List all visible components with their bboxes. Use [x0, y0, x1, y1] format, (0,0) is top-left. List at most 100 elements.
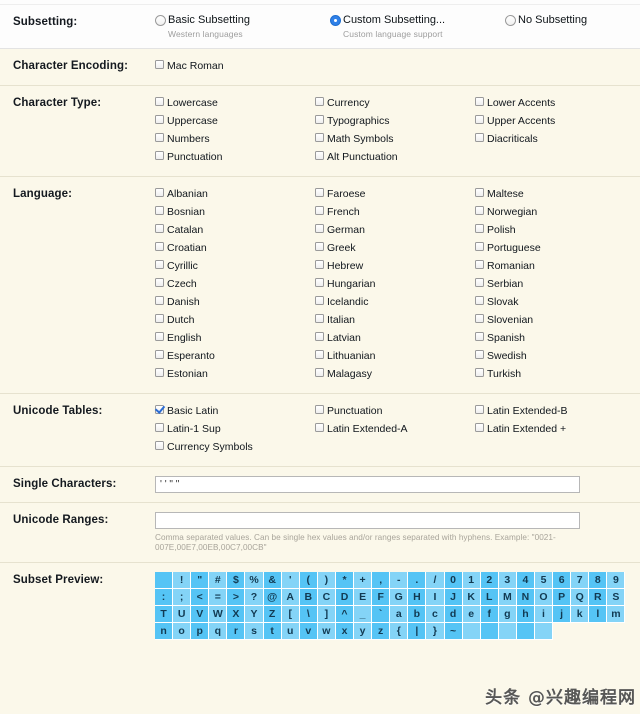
checkbox-icon-maltese[interactable]	[475, 188, 484, 197]
preview-cell[interactable]: 5	[534, 572, 554, 589]
preview-cell[interactable]: D	[335, 589, 355, 606]
checkbox-icon-mac-roman[interactable]	[155, 60, 164, 69]
checkbox-option-english[interactable]: English	[155, 330, 315, 348]
checkbox-icon-albanian[interactable]	[155, 188, 164, 197]
preview-cell[interactable]: n	[155, 623, 174, 640]
checkbox-option-german[interactable]: German	[315, 222, 475, 240]
checkbox-icon-faroese[interactable]	[315, 188, 324, 197]
preview-cell[interactable]: \	[299, 606, 318, 623]
preview-cell[interactable]: &	[263, 572, 282, 589]
preview-cell[interactable]: ]	[317, 606, 336, 623]
checkbox-icon-latin-extended-a[interactable]	[315, 423, 324, 432]
checkbox-option-uppercase[interactable]: Uppercase	[155, 113, 315, 131]
checkbox-option-danish[interactable]: Danish	[155, 294, 315, 312]
checkbox-icon-romanian[interactable]	[475, 260, 484, 269]
preview-cell[interactable]: 7	[571, 572, 590, 589]
preview-cell[interactable]: _	[354, 606, 373, 623]
preview-cell[interactable]: F	[372, 589, 391, 606]
preview-cell[interactable]: R	[589, 589, 608, 606]
checkbox-option-basic-latin[interactable]: Basic Latin	[155, 403, 315, 421]
preview-cell[interactable]: /	[426, 572, 445, 589]
preview-cell[interactable]: y	[354, 623, 373, 640]
preview-cell[interactable]: o	[173, 623, 192, 640]
preview-cell[interactable]: s	[245, 623, 264, 640]
checkbox-icon-polish[interactable]	[475, 224, 484, 233]
preview-cell[interactable]: (	[299, 572, 318, 589]
checkbox-icon-danish[interactable]	[155, 296, 164, 305]
preview-cell[interactable]: [	[281, 606, 300, 623]
preview-cell[interactable]: l	[589, 606, 608, 623]
preview-cell[interactable]: H	[408, 589, 427, 606]
preview-cell[interactable]: %	[245, 572, 264, 589]
radio-icon-no-subsetting[interactable]	[505, 15, 516, 26]
checkbox-option-romanian[interactable]: Romanian	[475, 258, 635, 276]
preview-cell[interactable]: C	[317, 589, 336, 606]
preview-cell[interactable]: 8	[589, 572, 608, 589]
preview-cell[interactable]: V	[191, 606, 210, 623]
checkbox-icon-uppercase[interactable]	[155, 115, 164, 124]
preview-cell[interactable]	[155, 572, 174, 589]
preview-cell[interactable]: 1	[462, 572, 481, 589]
radio-option-no-subsetting[interactable]: No Subsetting	[505, 14, 640, 39]
checkbox-option-upper-accents[interactable]: Upper Accents	[475, 113, 635, 131]
radio-icon-basic-subsetting[interactable]	[155, 15, 166, 26]
preview-cell[interactable]: Y	[245, 606, 264, 623]
preview-cell[interactable]: W	[209, 606, 228, 623]
radio-option-custom-subsetting[interactable]: Custom Subsetting... Custom language sup…	[330, 14, 505, 39]
preview-cell[interactable]: `	[372, 606, 391, 623]
checkbox-icon-latin-extended[interactable]	[475, 423, 484, 432]
preview-cell[interactable]: N	[516, 589, 535, 606]
preview-cell[interactable]: #	[209, 572, 228, 589]
preview-cell[interactable]: a	[390, 606, 409, 623]
preview-cell[interactable]	[516, 623, 535, 640]
radio-none-row[interactable]: No Subsetting	[505, 14, 640, 26]
radio-basic-row[interactable]: Basic Subsetting	[155, 14, 330, 26]
checkbox-icon-slovenian[interactable]	[475, 314, 484, 323]
preview-cell[interactable]: ~	[444, 623, 463, 640]
checkbox-icon-hungarian[interactable]	[315, 278, 324, 287]
checkbox-icon-lowercase[interactable]	[155, 97, 164, 106]
radio-custom-row[interactable]: Custom Subsetting...	[330, 14, 505, 26]
checkbox-option-turkish[interactable]: Turkish	[475, 366, 635, 384]
checkbox-icon-portuguese[interactable]	[475, 242, 484, 251]
preview-cell[interactable]: 4	[516, 572, 535, 589]
checkbox-option-italian[interactable]: Italian	[315, 312, 475, 330]
checkbox-option-icelandic[interactable]: Icelandic	[315, 294, 475, 312]
preview-cell[interactable]: x	[335, 623, 355, 640]
preview-cell[interactable]: ^	[335, 606, 355, 623]
checkbox-icon-latvian[interactable]	[315, 332, 324, 341]
preview-cell[interactable]: e	[462, 606, 481, 623]
preview-cell[interactable]: <	[191, 589, 210, 606]
checkbox-option-slovenian[interactable]: Slovenian	[475, 312, 635, 330]
checkbox-icon-currency-symbols[interactable]	[155, 441, 164, 450]
checkbox-option-faroese[interactable]: Faroese	[315, 186, 475, 204]
checkbox-icon-currency[interactable]	[315, 97, 324, 106]
unicode-ranges-input[interactable]	[155, 512, 580, 529]
checkbox-option-estonian[interactable]: Estonian	[155, 366, 315, 384]
preview-cell[interactable]: d	[444, 606, 463, 623]
preview-cell[interactable]: M	[498, 589, 517, 606]
checkbox-option-cyrillic[interactable]: Cyrillic	[155, 258, 315, 276]
checkbox-option-dutch[interactable]: Dutch	[155, 312, 315, 330]
checkbox-icon-catalan[interactable]	[155, 224, 164, 233]
preview-cell[interactable]: J	[444, 589, 463, 606]
checkbox-icon-latin-extended-b[interactable]	[475, 405, 484, 414]
checkbox-option-norwegian[interactable]: Norwegian	[475, 204, 635, 222]
preview-cell[interactable]: v	[299, 623, 318, 640]
preview-cell[interactable]: "	[191, 572, 210, 589]
checkbox-option-numbers[interactable]: Numbers	[155, 131, 315, 149]
checkbox-option-lithuanian[interactable]: Lithuanian	[315, 348, 475, 366]
preview-cell[interactable]: )	[317, 572, 336, 589]
checkbox-icon-cyrillic[interactable]	[155, 260, 164, 269]
preview-cell[interactable]: +	[354, 572, 373, 589]
checkbox-icon-bosnian[interactable]	[155, 206, 164, 215]
preview-cell[interactable]: !	[173, 572, 192, 589]
preview-cell[interactable]: {	[390, 623, 409, 640]
preview-cell[interactable]: m	[607, 606, 626, 623]
checkbox-icon-malagasy[interactable]	[315, 368, 324, 377]
preview-cell[interactable]: f	[480, 606, 499, 623]
preview-cell[interactable]: u	[281, 623, 300, 640]
checkbox-option-czech[interactable]: Czech	[155, 276, 315, 294]
preview-cell[interactable]: j	[553, 606, 572, 623]
checkbox-icon-english[interactable]	[155, 332, 164, 341]
